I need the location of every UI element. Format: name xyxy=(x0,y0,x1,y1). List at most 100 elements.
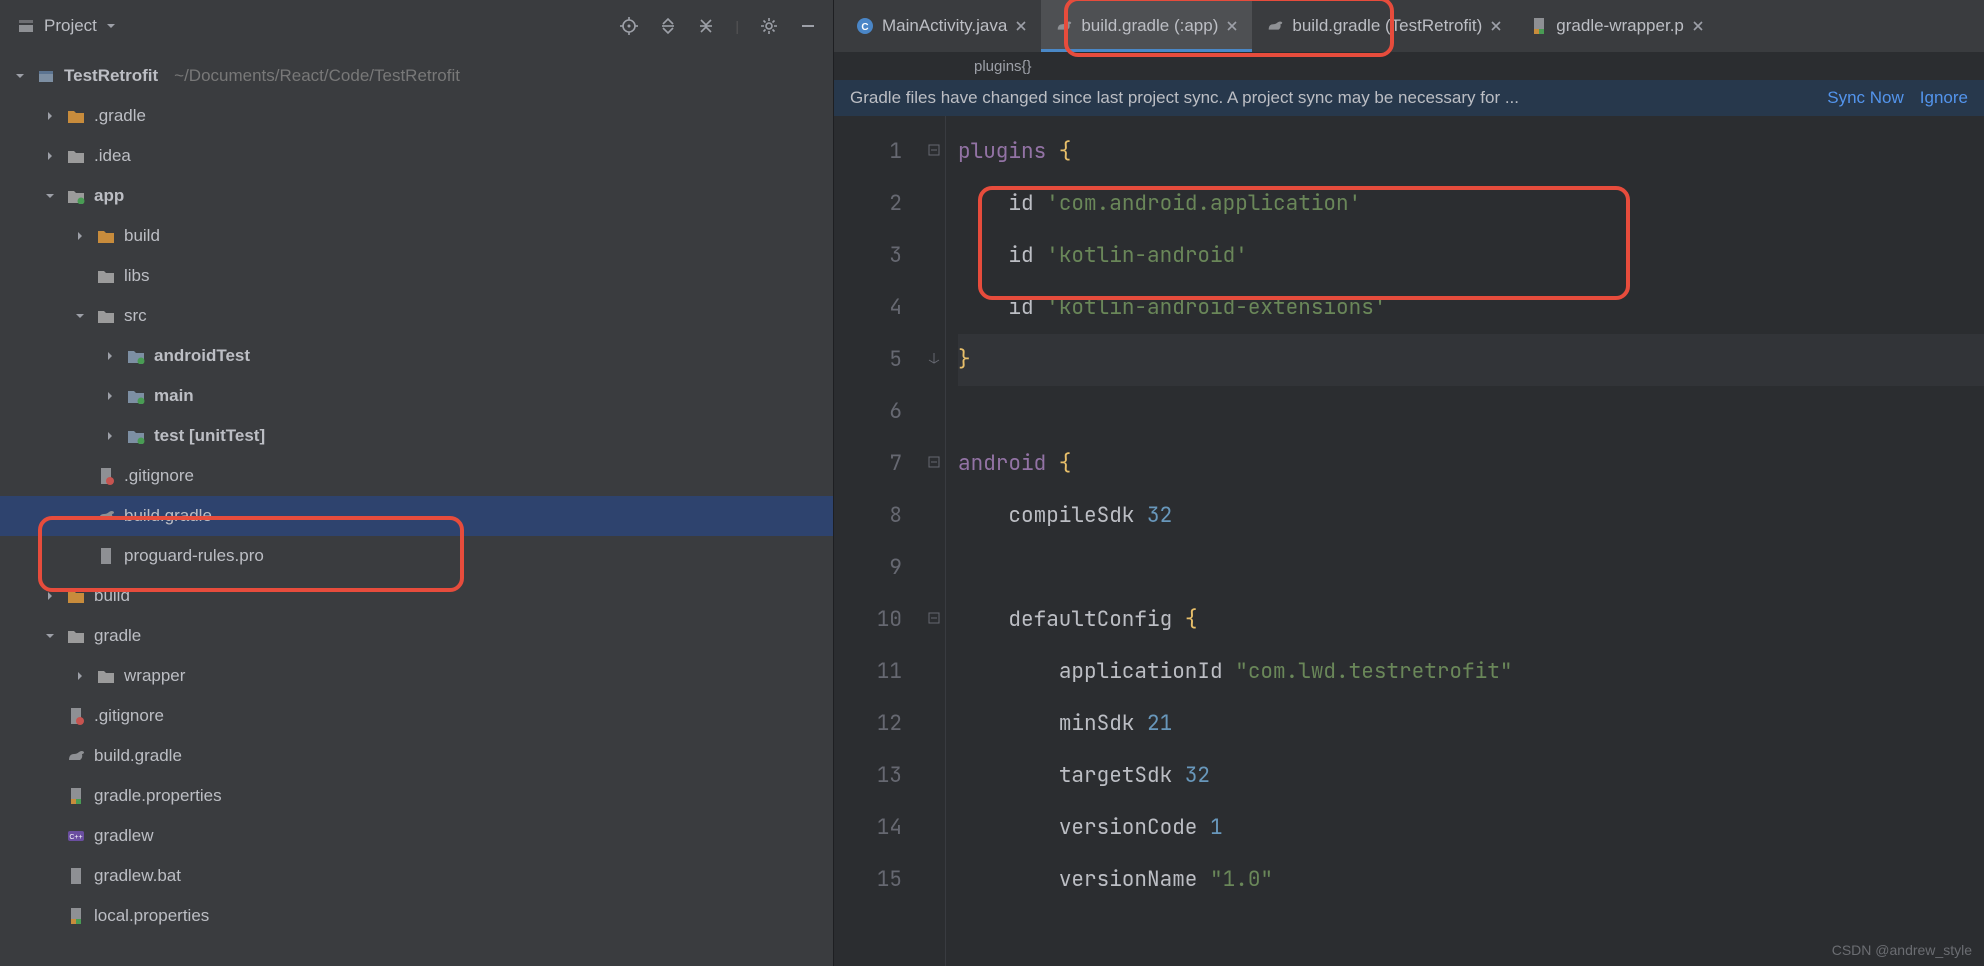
sidebar-title[interactable]: Project xyxy=(44,16,97,36)
tree-item--gradle[interactable]: .gradle xyxy=(0,96,833,136)
tree-item-build[interactable]: build xyxy=(0,216,833,256)
tab-mainactivity-java[interactable]: C MainActivity.java xyxy=(842,0,1041,52)
tree-item-build-gradle[interactable]: build.gradle xyxy=(0,496,833,536)
close-icon[interactable] xyxy=(1015,20,1027,32)
tree-item-gradle[interactable]: gradle xyxy=(0,616,833,656)
line-number: 14 xyxy=(834,802,902,854)
tree-item-label: build xyxy=(124,226,160,246)
chevron-right-icon[interactable] xyxy=(72,230,88,242)
code-line xyxy=(958,386,1984,438)
line-number: 9 xyxy=(834,542,902,594)
breadcrumb[interactable]: plugins{} xyxy=(834,52,1984,80)
tree-item-label: main xyxy=(154,386,194,406)
code-line: defaultConfig { xyxy=(958,594,1984,646)
fold-open-icon[interactable] xyxy=(928,144,942,156)
tab-label: MainActivity.java xyxy=(882,16,1007,36)
line-number: 5 xyxy=(834,334,902,386)
close-icon[interactable] xyxy=(1490,20,1502,32)
line-number: 7 xyxy=(834,438,902,490)
chevron-right-icon[interactable] xyxy=(102,430,118,442)
line-number: 12 xyxy=(834,698,902,750)
fold-open-icon[interactable] xyxy=(928,612,942,624)
folder-orange-icon xyxy=(66,586,86,606)
chevron-right-icon[interactable] xyxy=(102,350,118,362)
notification-text: Gradle files have changed since last pro… xyxy=(850,88,1811,108)
ignore-link[interactable]: Ignore xyxy=(1920,88,1968,108)
sync-notification: Gradle files have changed since last pro… xyxy=(834,80,1984,116)
gradle-icon xyxy=(1055,17,1073,35)
close-icon[interactable] xyxy=(1692,20,1704,32)
tree-item-test--unittest-[interactable]: test [unitTest] xyxy=(0,416,833,456)
code-editor[interactable]: 123456789101112131415 plugins { id 'com.… xyxy=(834,116,1984,966)
fold-open-icon[interactable] xyxy=(928,456,942,468)
tree-item-proguard-rules-pro[interactable]: proguard-rules.pro xyxy=(0,536,833,576)
collapse-all-icon[interactable] xyxy=(697,17,715,35)
line-gutter: 123456789101112131415 xyxy=(834,116,926,966)
tree-item-gradle-properties[interactable]: gradle.properties xyxy=(0,776,833,816)
code-line: id 'kotlin-android-extensions' xyxy=(958,282,1984,334)
locate-icon[interactable] xyxy=(619,16,639,36)
chevron-down-icon[interactable] xyxy=(42,190,58,202)
code-line: versionCode 1 xyxy=(958,802,1984,854)
tree-item-androidtest[interactable]: androidTest xyxy=(0,336,833,376)
chevron-right-icon[interactable] xyxy=(42,110,58,122)
root-path: ~/Documents/React/Code/TestRetrofit xyxy=(174,66,460,86)
chevron-down-icon[interactable] xyxy=(72,310,88,322)
folder-orange-icon xyxy=(96,226,116,246)
folder-orange-icon xyxy=(66,106,86,126)
tree-item--gitignore[interactable]: .gitignore xyxy=(0,456,833,496)
line-number: 3 xyxy=(834,230,902,282)
tab-build-gradle--testretrofit-[interactable]: build.gradle (TestRetrofit) xyxy=(1252,0,1516,52)
tree-item-libs[interactable]: libs xyxy=(0,256,833,296)
folder-icon xyxy=(66,146,86,166)
tree-item-src[interactable]: src xyxy=(0,296,833,336)
close-icon[interactable] xyxy=(1226,20,1238,32)
editor-pane: C MainActivity.java build.gradle (:app) bui… xyxy=(834,0,1984,966)
tree-item--idea[interactable]: .idea xyxy=(0,136,833,176)
java-icon: C xyxy=(856,17,874,35)
tree-item-local-properties[interactable]: local.properties xyxy=(0,896,833,936)
folder-icon xyxy=(96,666,116,686)
tree-item--gitignore[interactable]: .gitignore xyxy=(0,696,833,736)
tree-item-label: .gitignore xyxy=(124,466,194,486)
breadcrumb-text: plugins{} xyxy=(974,58,1032,75)
code-content[interactable]: plugins { id 'com.android.application' i… xyxy=(946,116,1984,966)
props-icon xyxy=(1530,17,1548,35)
tree-root[interactable]: TestRetrofit ~/Documents/React/Code/Test… xyxy=(0,56,833,96)
fold-close-icon[interactable] xyxy=(928,352,942,364)
folder-green-icon xyxy=(66,186,86,206)
props-icon xyxy=(66,906,86,926)
chevron-down-icon[interactable] xyxy=(12,70,28,82)
line-number: 1 xyxy=(834,126,902,178)
folder-icon xyxy=(66,626,86,646)
code-line xyxy=(958,542,1984,594)
sync-now-link[interactable]: Sync Now xyxy=(1827,88,1904,108)
chevron-right-icon[interactable] xyxy=(102,390,118,402)
tab-build-gradle---app-[interactable]: build.gradle (:app) xyxy=(1041,0,1252,52)
chevron-right-icon[interactable] xyxy=(42,590,58,602)
tree-item-wrapper[interactable]: wrapper xyxy=(0,656,833,696)
tree-item-label: gradlew.bat xyxy=(94,866,181,886)
folder-test-icon xyxy=(126,426,146,446)
tree-item-build-gradle[interactable]: build.gradle xyxy=(0,736,833,776)
tree-item-label: build.gradle xyxy=(124,506,212,526)
chevron-right-icon[interactable] xyxy=(42,150,58,162)
tree-item-label: build xyxy=(94,586,130,606)
line-number: 10 xyxy=(834,594,902,646)
chevron-right-icon[interactable] xyxy=(72,670,88,682)
tree-item-gradlew[interactable]: C++gradlew xyxy=(0,816,833,856)
dropdown-arrow-icon[interactable] xyxy=(105,20,117,32)
tree-item-gradlew-bat[interactable]: gradlew.bat xyxy=(0,856,833,896)
folder-src-icon xyxy=(126,386,146,406)
tree-item-main[interactable]: main xyxy=(0,376,833,416)
minimize-icon[interactable] xyxy=(799,17,817,35)
gear-icon[interactable] xyxy=(759,16,779,36)
tab-gradle-wrapper-p[interactable]: gradle-wrapper.p xyxy=(1516,0,1718,52)
tab-label: build.gradle (:app) xyxy=(1081,16,1218,36)
chevron-down-icon[interactable] xyxy=(42,630,58,642)
expand-all-icon[interactable] xyxy=(659,17,677,35)
tree-item-app[interactable]: app xyxy=(0,176,833,216)
tree-item-build[interactable]: build xyxy=(0,576,833,616)
tree-item-label: .gradle xyxy=(94,106,146,126)
tree-item-label: gradlew xyxy=(94,826,154,846)
